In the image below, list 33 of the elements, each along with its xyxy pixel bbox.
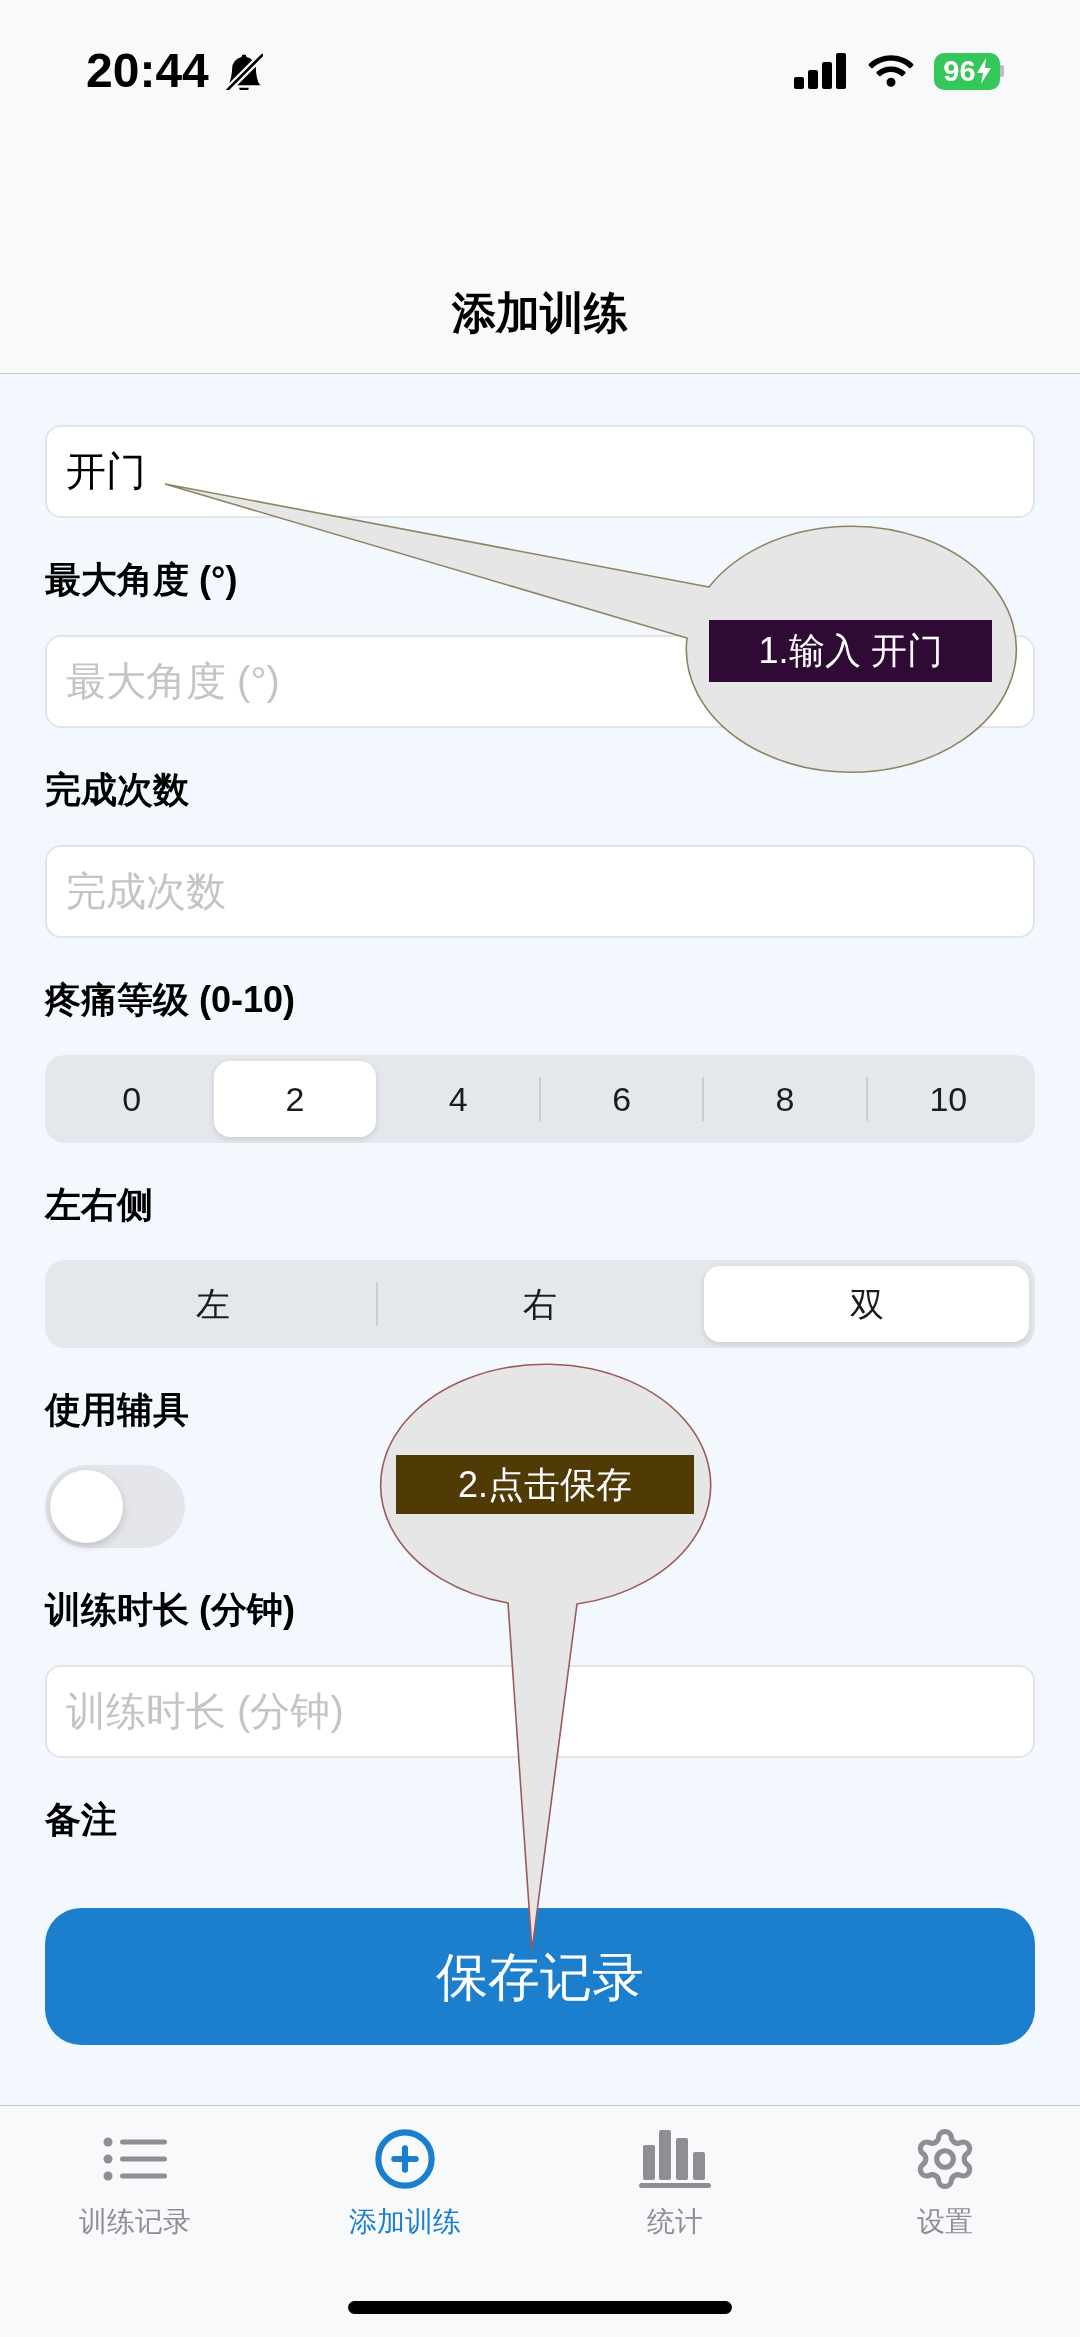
segment-option[interactable]: 8: [704, 1061, 866, 1137]
callout-label: 2.点击保存: [396, 1455, 694, 1514]
segment-option[interactable]: 左: [51, 1266, 376, 1342]
screen-title: 添加训练: [452, 286, 628, 339]
plus-circle-icon: [373, 2127, 437, 2191]
segment-option[interactable]: 10: [867, 1061, 1029, 1137]
bell-off-icon: [224, 52, 263, 90]
segment-option[interactable]: 4: [377, 1061, 539, 1137]
segment-option[interactable]: 右: [377, 1266, 703, 1342]
signal-icon: [794, 53, 848, 89]
callout-label: 1.输入 开门: [709, 620, 992, 682]
field-label: 最大角度 (°): [45, 558, 238, 602]
field-label: 左右侧: [45, 1183, 153, 1227]
bar-chart-icon: [639, 2130, 711, 2188]
save-button[interactable]: 保存记录: [45, 1908, 1035, 2045]
field-label: 训练时长 (分钟): [45, 1588, 295, 1632]
bolt-icon: [976, 58, 991, 84]
tab-item[interactable]: 添加训练: [270, 2127, 540, 2239]
segment-option[interactable]: 双: [704, 1266, 1029, 1342]
segment-option[interactable]: 2: [214, 1061, 376, 1137]
list-icon: [103, 2136, 167, 2182]
text-input[interactable]: 训练时长 (分钟): [45, 1665, 1035, 1758]
text-input[interactable]: 完成次数: [45, 845, 1035, 938]
segment-option[interactable]: 0: [51, 1061, 213, 1137]
battery-percentage: 96: [943, 56, 976, 86]
field-label: 使用辅具: [45, 1388, 189, 1432]
segment-option[interactable]: 6: [541, 1061, 703, 1137]
field-label: 备注: [45, 1798, 117, 1842]
field-label: 疼痛等级 (0-10): [45, 978, 296, 1022]
text-input[interactable]: 开门: [45, 425, 1035, 518]
wifi-icon: [868, 53, 914, 89]
status-time: 20:44: [86, 47, 209, 95]
field-label: 完成次数: [45, 768, 189, 812]
